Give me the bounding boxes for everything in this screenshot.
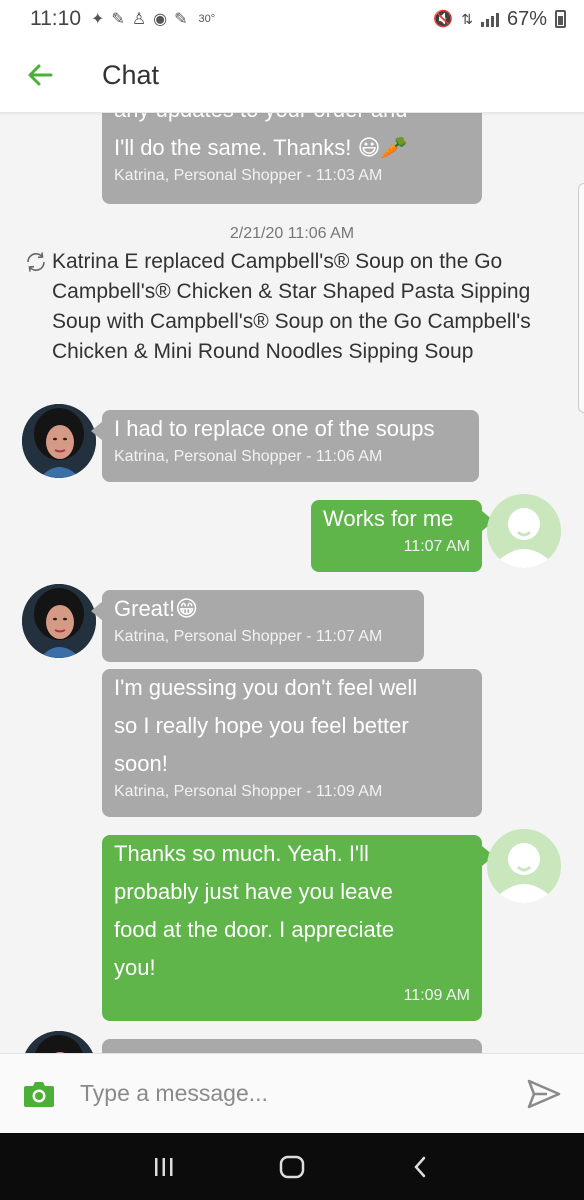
- system-nav-bar: [0, 1133, 584, 1200]
- message-text: you!: [114, 955, 156, 980]
- data-icon: ⇅: [461, 10, 473, 27]
- message-incoming[interactable]: Great!😁 Katrina, Personal Shopper - 11:0…: [102, 590, 424, 662]
- message-text: Thanks so much. Yeah. I'll: [114, 841, 369, 866]
- message-text: soon!: [114, 751, 168, 776]
- send-button[interactable]: [504, 1054, 584, 1134]
- status-right: 🔇 ⇅ 67%: [433, 8, 566, 31]
- temperature-text: 30°: [198, 13, 216, 25]
- message-text: I had to replace one of the soups: [114, 416, 435, 441]
- notification-icon: ♙: [131, 11, 147, 28]
- replacement-notice: Katrina E replaced Campbell's® Soup on t…: [24, 247, 569, 367]
- shopper-avatar: [22, 404, 96, 478]
- send-icon: [527, 1079, 561, 1108]
- app-bar: Chat: [0, 38, 584, 113]
- message-input[interactable]: Type a message...: [78, 1080, 504, 1107]
- replace-icon: [27, 252, 45, 272]
- message-text: Great!😁: [114, 596, 199, 621]
- user-avatar: [487, 829, 561, 903]
- message-meta: Katrina, Personal Shopper - 11:03 AM: [114, 167, 383, 184]
- message-outgoing[interactable]: Works for me 11:07 AM: [311, 500, 482, 572]
- message-meta: Katrina, Personal Shopper - 11:06 AM: [114, 448, 383, 465]
- message-meta: Katrina, Personal Shopper - 11:07 AM: [114, 628, 383, 645]
- notification-icon: ✦: [91, 11, 105, 28]
- home-icon: [279, 1155, 305, 1178]
- notification-icon: ✎: [174, 11, 188, 28]
- message-text: so I really hope you feel better: [114, 713, 409, 738]
- user-avatar: [487, 494, 561, 568]
- shopper-avatar: [22, 584, 96, 658]
- camera-icon: [24, 1081, 54, 1107]
- battery-percent: 67%: [506, 7, 547, 30]
- recents-button[interactable]: [144, 1147, 184, 1187]
- message-composer: Type a message...: [0, 1053, 584, 1133]
- message-incoming[interactable]: I had to replace one of the soups Katrin…: [102, 410, 479, 482]
- arrow-left-icon: [28, 64, 53, 86]
- mute-icon: 🔇: [433, 11, 454, 28]
- message-text: I'm guessing you don't feel well: [114, 675, 418, 700]
- notification-icons: ✦ ✎ ♙ ◉ ✎ 30°: [91, 9, 215, 29]
- message-text: Works for me: [323, 506, 454, 531]
- status-bar: 11:10 ✦ ✎ ♙ ◉ ✎ 30° 🔇 ⇅ 67%: [0, 0, 584, 38]
- home-button[interactable]: [272, 1147, 312, 1187]
- signal-icon: [480, 11, 499, 27]
- page-title: Chat: [102, 59, 160, 90]
- message-incoming[interactable]: any updates to your order and I'll do th…: [102, 113, 482, 204]
- replacement-text: Katrina E replaced Campbell's® Soup on t…: [52, 250, 531, 363]
- message-meta: 11:09 AM: [403, 987, 470, 1004]
- back-nav-button[interactable]: [400, 1147, 440, 1187]
- back-nav-icon: [414, 1156, 426, 1177]
- recents-icon: [155, 1157, 173, 1176]
- message-text: probably just have you leave: [114, 879, 393, 904]
- status-time: 11:10: [30, 7, 81, 30]
- message-text: food at the door. I appreciate: [114, 917, 395, 942]
- shopper-avatar: [22, 1031, 96, 1053]
- notification-icon: ✎: [111, 11, 125, 28]
- message-text: I'll do the same. Thanks! 😃🥕: [114, 135, 408, 160]
- message-incoming[interactable]: I'm guessing you don't feel well so I re…: [102, 669, 482, 817]
- message-meta: Katrina, Personal Shopper - 11:09 AM: [114, 783, 383, 800]
- notification-icon: ◉: [153, 11, 168, 28]
- message-outgoing[interactable]: Thanks so much. Yeah. I'll probably just…: [102, 835, 482, 1021]
- date-separator: 2/21/20 11:06 AM: [229, 225, 355, 242]
- message-text: any updates to your order and: [114, 113, 470, 129]
- chat-thread[interactable]: any updates to your order and I'll do th…: [0, 113, 584, 1053]
- camera-button[interactable]: [0, 1054, 78, 1134]
- battery-icon: [555, 10, 566, 28]
- message-meta: 11:07 AM: [403, 538, 470, 555]
- message-incoming[interactable]: [102, 1039, 482, 1053]
- scrollbar[interactable]: [578, 183, 584, 413]
- back-button[interactable]: [0, 38, 80, 113]
